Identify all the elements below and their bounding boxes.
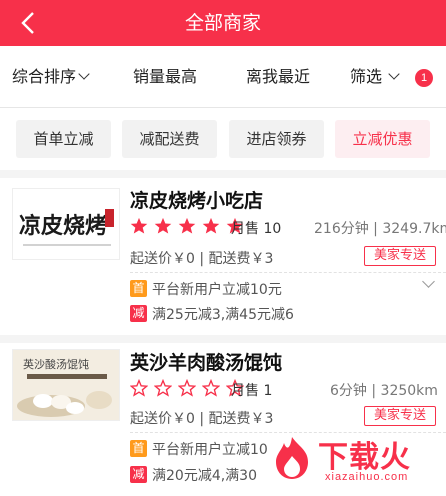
fees: 起送价￥0 | 配送费￥3 xyxy=(130,251,274,267)
shop-card[interactable]: 凉皮烧烤 凉皮烧烤小吃店 月售 10 216分钟 | 3249.7km 起送价￥… xyxy=(0,178,446,335)
sort-dropdown[interactable]: 综合排序 xyxy=(12,46,90,108)
promo-text: 满20元减4,满30 xyxy=(152,467,257,484)
promo-text: 满25元减3,满45元减6 xyxy=(152,306,294,323)
distance-filter[interactable]: 离我最近 xyxy=(246,46,310,108)
filter-dropdown[interactable]: 筛选 xyxy=(350,46,400,108)
top-bar: 全部商家 xyxy=(0,0,446,46)
section-divider xyxy=(0,335,446,343)
star-filled-icon xyxy=(178,217,196,235)
monthly-sales: 月售 10 xyxy=(231,221,282,237)
tag-instant-discount[interactable]: 立减优惠 xyxy=(335,120,430,158)
star-filled-icon xyxy=(154,217,172,235)
first-order-icon: 首 xyxy=(130,280,147,297)
rating-stars xyxy=(129,378,245,399)
discount-icon: 减 xyxy=(130,305,147,322)
delivery-tag: 美家专送 xyxy=(364,406,436,426)
section-divider xyxy=(0,170,446,178)
star-filled-icon xyxy=(202,217,220,235)
min-order: 起送价￥0 xyxy=(130,251,195,267)
promo-discount: 减满20元减4,满30 xyxy=(130,464,257,484)
delivery-time-distance: 6分钟 | 3250km xyxy=(330,383,438,399)
tag-store-coupon[interactable]: 进店领券 xyxy=(229,120,324,158)
star-filled-icon xyxy=(130,217,148,235)
chevron-down-icon[interactable] xyxy=(422,275,435,288)
promo-first-order: 首平台新用户立减10 xyxy=(130,438,268,458)
filter-bar: 综合排序 销量最高 离我最近 筛选 xyxy=(0,46,446,108)
watermark-text: 下载火 xyxy=(318,440,411,475)
distance: 3249.7km xyxy=(382,221,446,237)
watermark-logo-icon xyxy=(276,437,308,479)
tag-delivery-discount[interactable]: 减配送费 xyxy=(122,120,217,158)
delivery-fee: 配送费￥3 xyxy=(208,251,274,267)
divider xyxy=(130,272,446,273)
sort-label: 综合排序 xyxy=(12,67,77,86)
star-empty-icon xyxy=(177,378,197,397)
filter-label: 筛选 xyxy=(350,67,383,86)
shop-logo-text: 英沙酸汤馄饨 xyxy=(23,357,89,371)
shop-logo: 凉皮烧烤 xyxy=(12,188,120,260)
tag-bar: 首单立减 减配送费 进店领券 立减优惠 xyxy=(0,108,446,170)
delivery-time: 6分钟 xyxy=(330,383,367,399)
star-empty-icon xyxy=(153,378,173,397)
chevron-down-icon xyxy=(388,68,400,80)
delivery-fee: 配送费￥3 xyxy=(208,411,274,427)
distance: 3250km xyxy=(380,383,438,399)
shop-name: 凉皮烧烤小吃店 xyxy=(130,190,264,212)
watermark: 下载火 xiazaihuo.com xyxy=(262,430,446,496)
shop-logo-text: 凉皮烧烤 xyxy=(19,213,107,239)
min-order: 起送价￥0 xyxy=(130,411,195,427)
watermark-url: xiazaihuo.com xyxy=(325,471,409,483)
rating-stars xyxy=(130,217,245,237)
shop-name: 英沙羊肉酸汤馄饨 xyxy=(130,352,283,374)
sales-label: 销量最高 xyxy=(133,67,198,86)
promo-text: 平台新用户立减10元 xyxy=(152,281,282,298)
distance-label: 离我最近 xyxy=(246,67,311,86)
monthly-sales: 月售 1 xyxy=(231,383,273,399)
star-empty-icon xyxy=(201,378,221,397)
star-empty-icon xyxy=(129,378,149,397)
tag-first-order[interactable]: 首单立减 xyxy=(16,120,111,158)
page-title: 全部商家 xyxy=(184,12,261,34)
promo-text: 平台新用户立减10 xyxy=(152,441,268,458)
sales-filter[interactable]: 销量最高 xyxy=(133,46,197,108)
shop-logo: 英沙酸汤馄饨 xyxy=(12,349,120,421)
chevron-down-icon xyxy=(78,68,90,80)
delivery-time-distance: 216分钟 | 3249.7km xyxy=(314,218,446,238)
delivery-tag: 美家专送 xyxy=(364,246,436,266)
first-order-icon: 首 xyxy=(130,440,147,457)
promo-first-order: 首平台新用户立减10元 xyxy=(130,278,282,298)
discount-icon: 减 xyxy=(130,466,147,483)
fees: 起送价￥0 | 配送费￥3 xyxy=(130,411,274,427)
promo-discount: 减满25元减3,满45元减6 xyxy=(130,303,294,323)
filter-count-badge: 1 xyxy=(415,69,433,87)
delivery-time: 216分钟 xyxy=(314,221,369,237)
